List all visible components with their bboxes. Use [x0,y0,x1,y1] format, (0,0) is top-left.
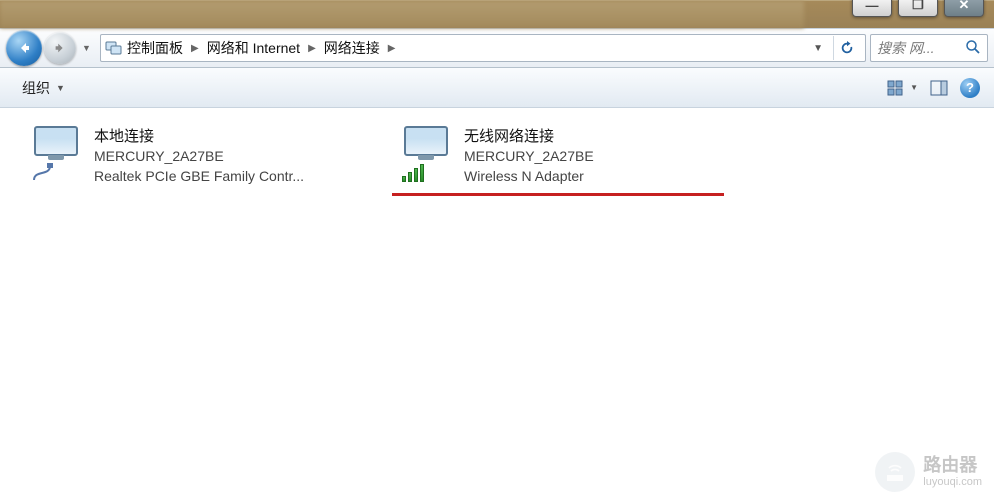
navigation-bar: ▼ 控制面板 ▶ 网络和 Internet ▶ 网络连接 ▶ ▼ 搜索 网... [0,28,994,68]
chevron-right-icon[interactable]: ▶ [386,43,398,54]
connection-item-lan[interactable]: 本地连接 MERCURY_2A27BE Realtek PCIe GBE Fam… [28,126,348,186]
toolbar-right: ▼ ? [887,78,980,98]
refresh-button[interactable] [833,36,859,60]
chevron-down-icon: ▼ [56,83,65,93]
minimize-button[interactable]: — [852,0,892,17]
breadcrumb-item-2[interactable]: 网络连接 [324,38,380,58]
toolbar: 组织 ▼ ▼ ? [0,68,994,108]
nav-history-dropdown[interactable]: ▼ [82,43,96,53]
close-button[interactable]: ✕ [944,0,984,17]
preview-pane-icon [930,80,948,96]
content-area: 本地连接 MERCURY_2A27BE Realtek PCIe GBE Fam… [0,108,994,204]
organize-label: 组织 [22,78,50,98]
highlight-underline [392,193,724,196]
search-input[interactable]: 搜索 网... [870,34,988,62]
breadcrumb-item-0[interactable]: 控制面板 [127,38,183,58]
connection-icon [398,126,454,186]
chevron-down-icon: ▼ [910,83,918,92]
search-placeholder: 搜索 网... [877,38,935,58]
address-bar[interactable]: 控制面板 ▶ 网络和 Internet ▶ 网络连接 ▶ ▼ [100,34,866,62]
address-bar-right: ▼ [809,36,861,60]
wifi-signal-icon [402,162,424,182]
monitor-icon [404,126,448,156]
taskbar-blur [0,1,804,28]
refresh-icon [840,41,854,55]
window-controls: — ❐ ✕ [852,0,984,17]
address-dropdown-icon[interactable]: ▼ [809,41,827,56]
connection-adapter: Wireless N Adapter [464,167,594,187]
network-location-icon [105,40,123,56]
connection-item-wifi[interactable]: 无线网络连接 MERCURY_2A27BE Wireless N Adapter [398,126,718,186]
organize-button[interactable]: 组织 ▼ [14,75,73,101]
connection-text: 无线网络连接 MERCURY_2A27BE Wireless N Adapter [464,126,594,186]
watermark-cn: 路由器 [923,456,982,476]
arrow-right-icon [53,41,67,55]
connection-network: MERCURY_2A27BE [464,147,594,167]
watermark: 路由器 luyouqi.com [875,452,982,492]
preview-pane-button[interactable] [930,80,948,96]
taskbar: — ❐ ✕ [0,0,994,28]
router-icon [875,452,915,492]
back-button[interactable] [6,30,42,66]
ethernet-icon [32,162,54,182]
connection-title: 本地连接 [94,126,304,147]
connection-adapter: Realtek PCIe GBE Family Contr... [94,167,304,187]
breadcrumbs: 控制面板 ▶ 网络和 Internet ▶ 网络连接 ▶ [127,38,397,58]
connection-network: MERCURY_2A27BE [94,147,304,167]
chevron-right-icon[interactable]: ▶ [306,43,318,54]
search-icon[interactable] [965,39,981,58]
forward-button[interactable] [44,32,76,64]
connection-text: 本地连接 MERCURY_2A27BE Realtek PCIe GBE Fam… [94,126,304,186]
watermark-en: luyouqi.com [923,476,982,488]
help-button[interactable]: ? [960,78,980,98]
arrow-left-icon [16,40,32,56]
watermark-text: 路由器 luyouqi.com [923,456,982,488]
connection-icon [28,126,84,186]
chevron-right-icon[interactable]: ▶ [189,43,201,54]
monitor-icon [34,126,78,156]
view-button[interactable]: ▼ [887,80,918,96]
breadcrumb-item-1[interactable]: 网络和 Internet [207,38,300,58]
maximize-button[interactable]: ❐ [898,0,938,17]
view-icon [887,80,907,96]
connection-title: 无线网络连接 [464,126,594,147]
